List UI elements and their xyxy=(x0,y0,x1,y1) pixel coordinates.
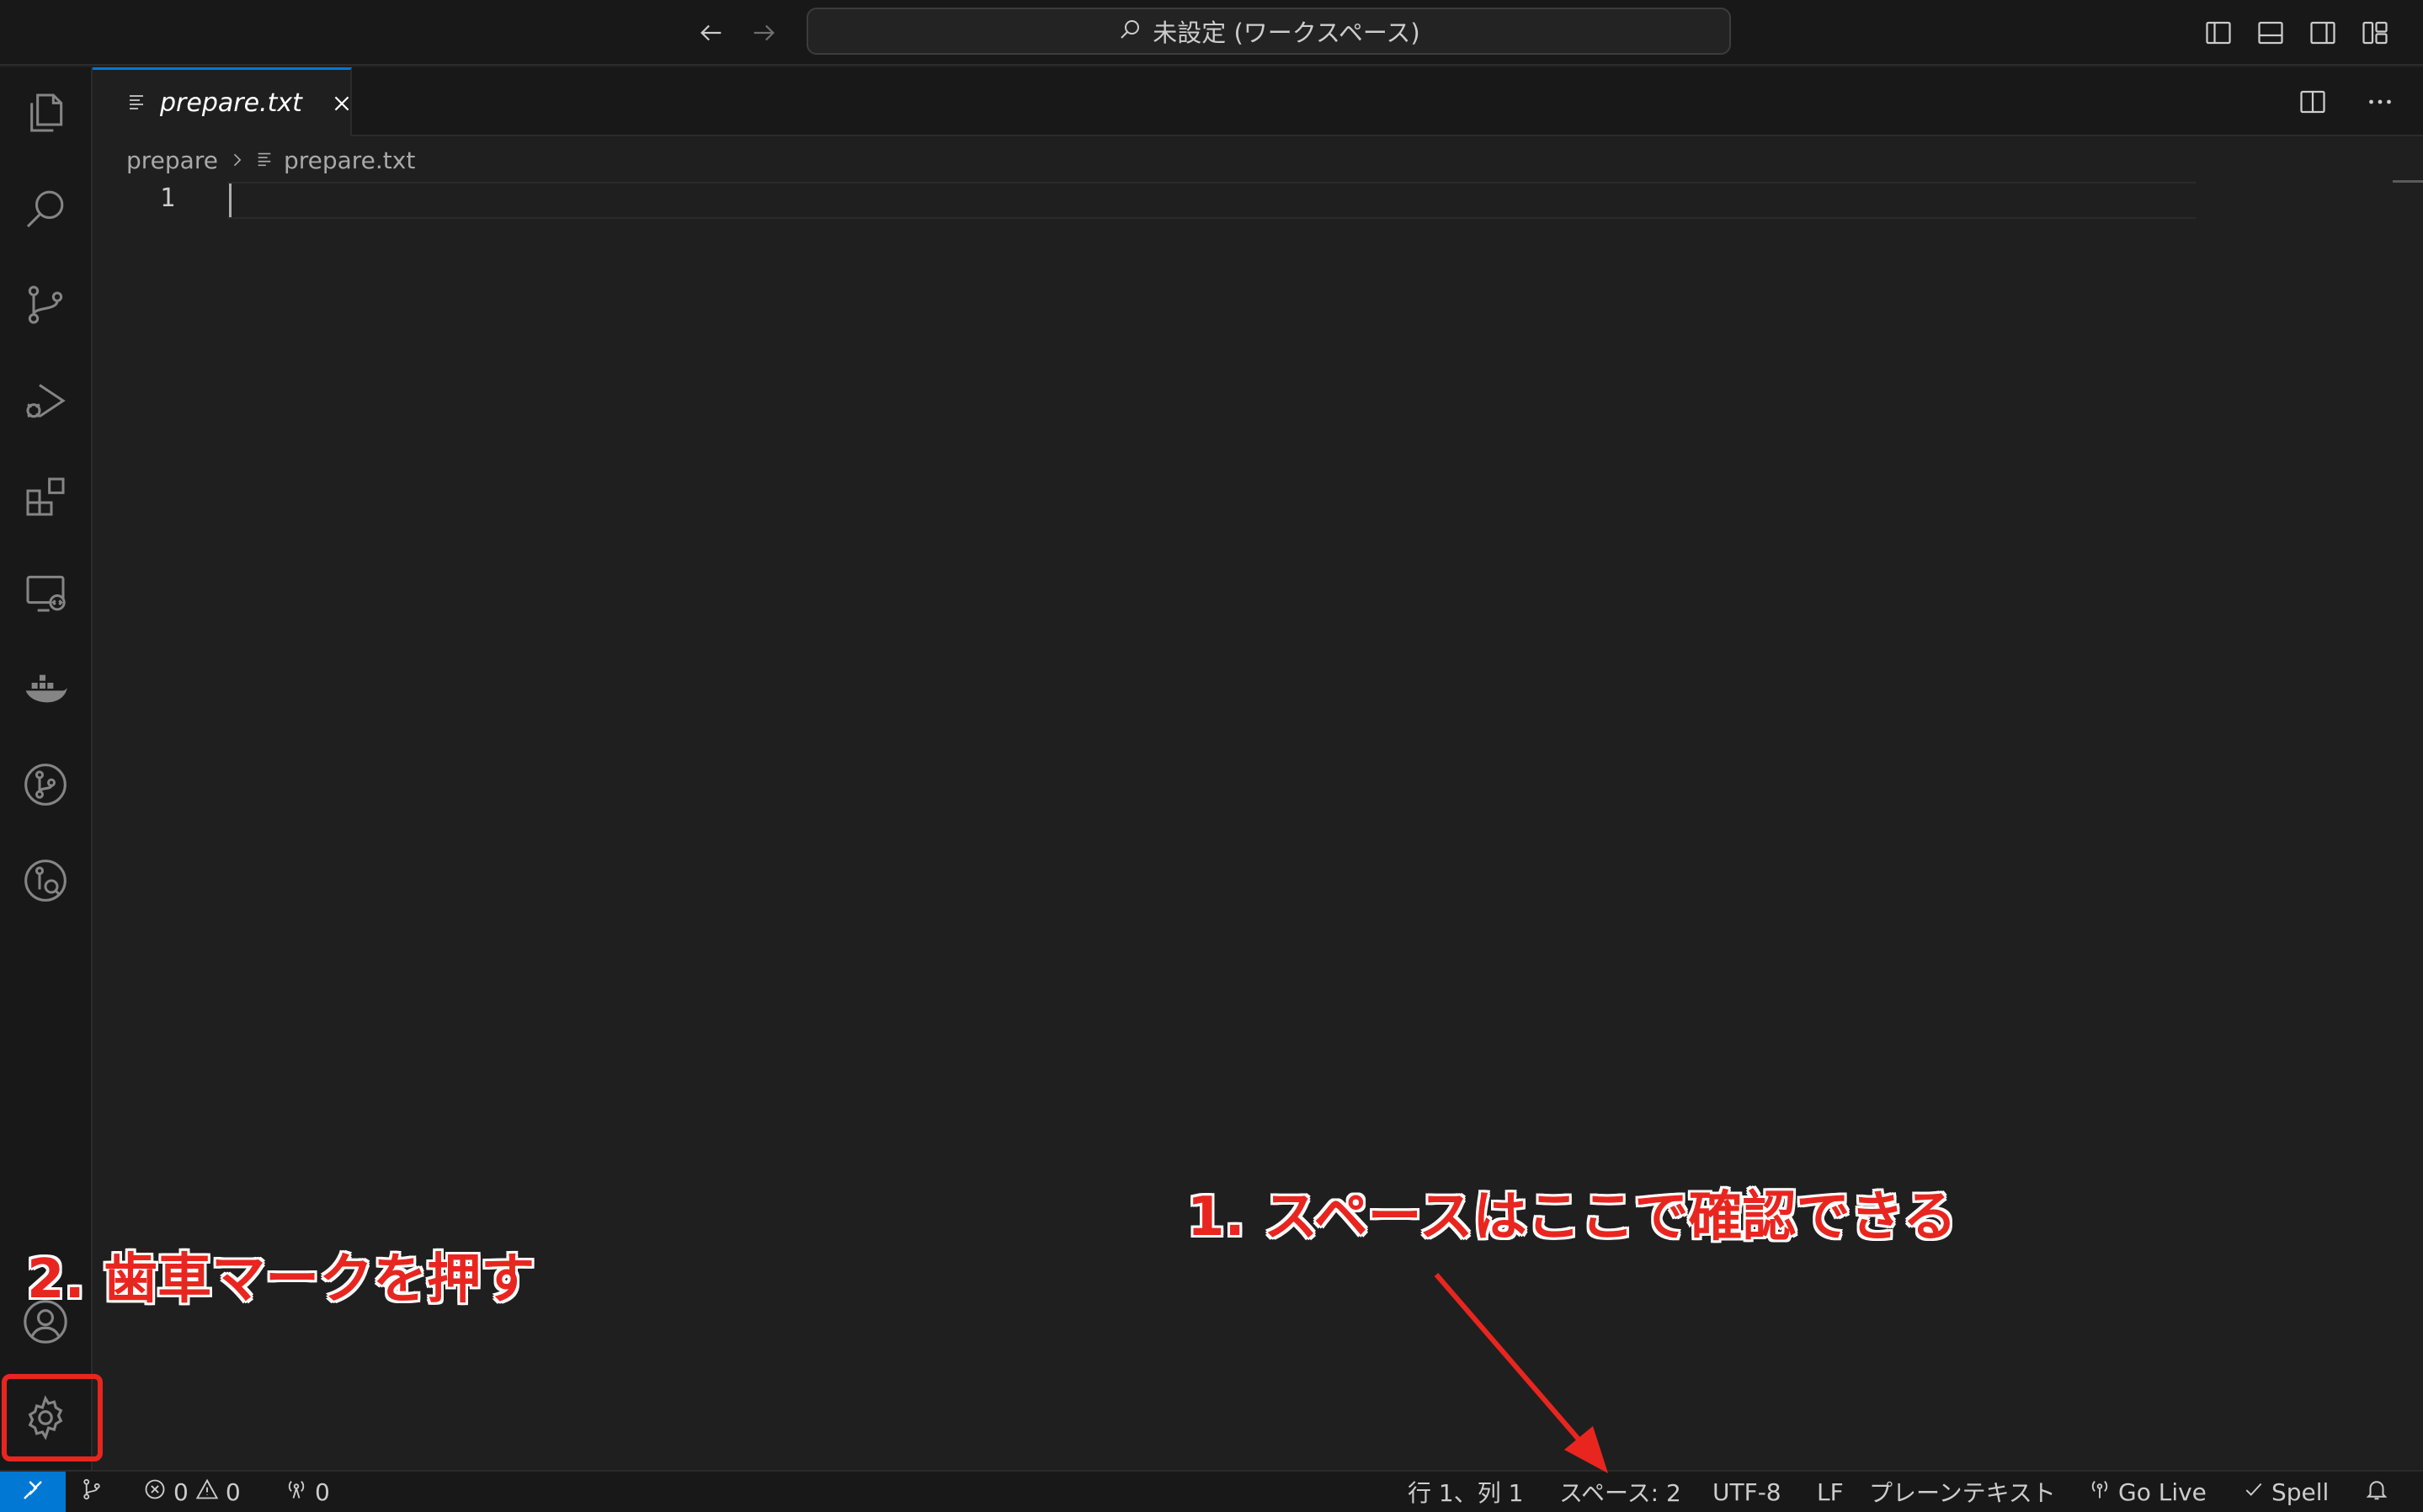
arrow-left-icon[interactable] xyxy=(692,13,731,52)
title-bar: 未設定 (ワークスペース) xyxy=(0,0,2423,66)
ports-item[interactable]: 0 xyxy=(285,1472,330,1512)
problems-item[interactable]: 0 0 xyxy=(143,1472,241,1512)
annotation-step1: 1. スペースはここで確認できる xyxy=(1187,1186,1957,1248)
layout-controls xyxy=(2199,13,2394,52)
error-count: 0 xyxy=(173,1477,189,1506)
bell-icon xyxy=(2364,1477,2389,1508)
breadcrumb-file[interactable]: prepare.txt xyxy=(284,146,415,174)
encoding[interactable]: UTF-8 xyxy=(1712,1472,1781,1512)
git-branch-icon xyxy=(79,1477,104,1508)
broadcast-icon xyxy=(285,1477,308,1507)
error-icon xyxy=(143,1477,167,1507)
breadcrumb-folder[interactable]: prepare xyxy=(126,146,218,174)
tab-prepare-txt[interactable]: prepare.txt xyxy=(93,67,352,136)
tab-bar: prepare.txt xyxy=(93,67,2423,136)
breadcrumb: prepare prepare.txt xyxy=(126,143,415,177)
annotation-step2: 2. 歯車マークを押す xyxy=(27,1248,535,1311)
gitlens-icon[interactable] xyxy=(0,839,91,923)
text-file-icon xyxy=(126,92,146,115)
status-bar: 0 0 0 行 1、列 1 スペース: 2 UTF-8 LF プレーンテキスト … xyxy=(0,1470,2423,1512)
indentation[interactable]: スペース: 2 xyxy=(1559,1472,1681,1512)
git-branch-item[interactable] xyxy=(79,1472,104,1512)
git-graph-icon[interactable] xyxy=(0,743,91,827)
customize-layout-icon[interactable] xyxy=(2356,13,2394,52)
extensions-icon[interactable] xyxy=(0,455,91,539)
remote-icon xyxy=(20,1477,45,1509)
source-control-icon[interactable] xyxy=(0,263,91,347)
overview-ruler xyxy=(2393,180,2423,183)
toggle-secondary-sidebar-icon[interactable] xyxy=(2303,13,2342,52)
spell-item[interactable]: Spell xyxy=(2243,1472,2329,1512)
notifications-item[interactable] xyxy=(2364,1472,2389,1512)
gear-highlight-box xyxy=(2,1374,103,1461)
current-line-highlight xyxy=(227,182,2196,219)
text-cursor xyxy=(229,184,232,217)
text-file-icon xyxy=(255,146,274,174)
split-editor-icon[interactable] xyxy=(2293,83,2332,121)
run-debug-icon[interactable] xyxy=(0,359,91,443)
broadcast-icon xyxy=(2088,1477,2111,1507)
go-live-item[interactable]: Go Live xyxy=(2088,1472,2207,1512)
end-of-line[interactable]: LF xyxy=(1817,1472,1844,1512)
ports-count: 0 xyxy=(315,1477,330,1506)
search-icon xyxy=(1117,17,1142,45)
search-icon[interactable] xyxy=(0,167,91,251)
docker-icon[interactable] xyxy=(0,647,91,731)
command-center-text: 未設定 (ワークスペース) xyxy=(1153,19,1420,47)
arrow-right-icon[interactable] xyxy=(744,13,783,52)
files-icon[interactable] xyxy=(0,71,91,155)
more-actions-icon[interactable] xyxy=(2361,83,2399,121)
go-live-label: Go Live xyxy=(2118,1477,2207,1506)
tab-label: prepare.txt xyxy=(160,88,302,118)
warning-count: 0 xyxy=(225,1477,241,1506)
check-icon xyxy=(2243,1478,2265,1506)
remote-explorer-icon[interactable] xyxy=(0,551,91,635)
editor-actions xyxy=(2293,83,2399,121)
toggle-primary-sidebar-icon[interactable] xyxy=(2199,13,2238,52)
toggle-panel-icon[interactable] xyxy=(2251,13,2290,52)
chevron-right-icon xyxy=(228,146,245,174)
cursor-position[interactable]: 行 1、列 1 xyxy=(1408,1472,1523,1512)
line-number: 1 xyxy=(160,184,176,213)
warning-icon xyxy=(195,1477,219,1507)
spell-label: Spell xyxy=(2271,1477,2330,1506)
close-icon[interactable] xyxy=(331,89,353,118)
language-mode[interactable]: プレーンテキスト xyxy=(1869,1472,2056,1512)
remote-indicator[interactable] xyxy=(0,1472,66,1512)
command-center[interactable]: 未設定 (ワークスペース) xyxy=(807,8,1731,55)
